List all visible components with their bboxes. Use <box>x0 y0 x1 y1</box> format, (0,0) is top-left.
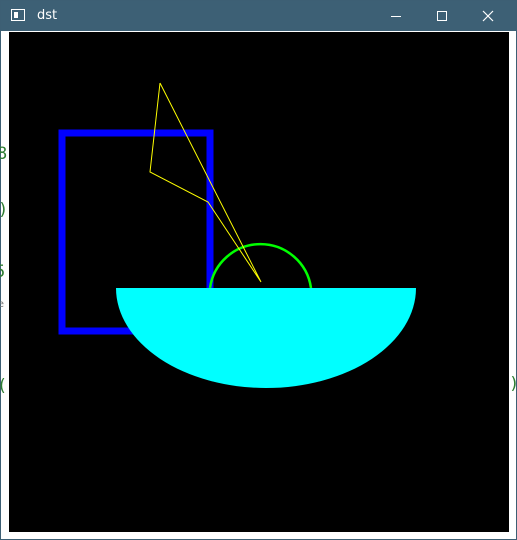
background-fragment: ) <box>0 201 9 219</box>
window-title: dst <box>37 8 58 23</box>
background-fragment: 8 <box>0 145 8 163</box>
background-fragment: 5 <box>0 263 6 281</box>
background-fragment: e <box>0 299 5 310</box>
title-bar[interactable]: dst <box>1 1 516 31</box>
canvas-background <box>9 32 509 532</box>
image-canvas[interactable] <box>9 32 509 532</box>
close-icon <box>482 10 494 22</box>
background-fragment: ) <box>509 375 517 393</box>
opencv-window: dst 8 ) 5 e ( ) <box>0 0 517 540</box>
maximize-button[interactable] <box>419 1 465 31</box>
drawing-svg <box>9 32 509 532</box>
minimize-button[interactable] <box>373 1 419 31</box>
app-window-icon <box>11 9 25 21</box>
close-button[interactable] <box>465 1 511 31</box>
minimize-icon <box>391 16 401 17</box>
background-fragment: ( <box>0 377 9 395</box>
maximize-icon <box>437 11 447 21</box>
